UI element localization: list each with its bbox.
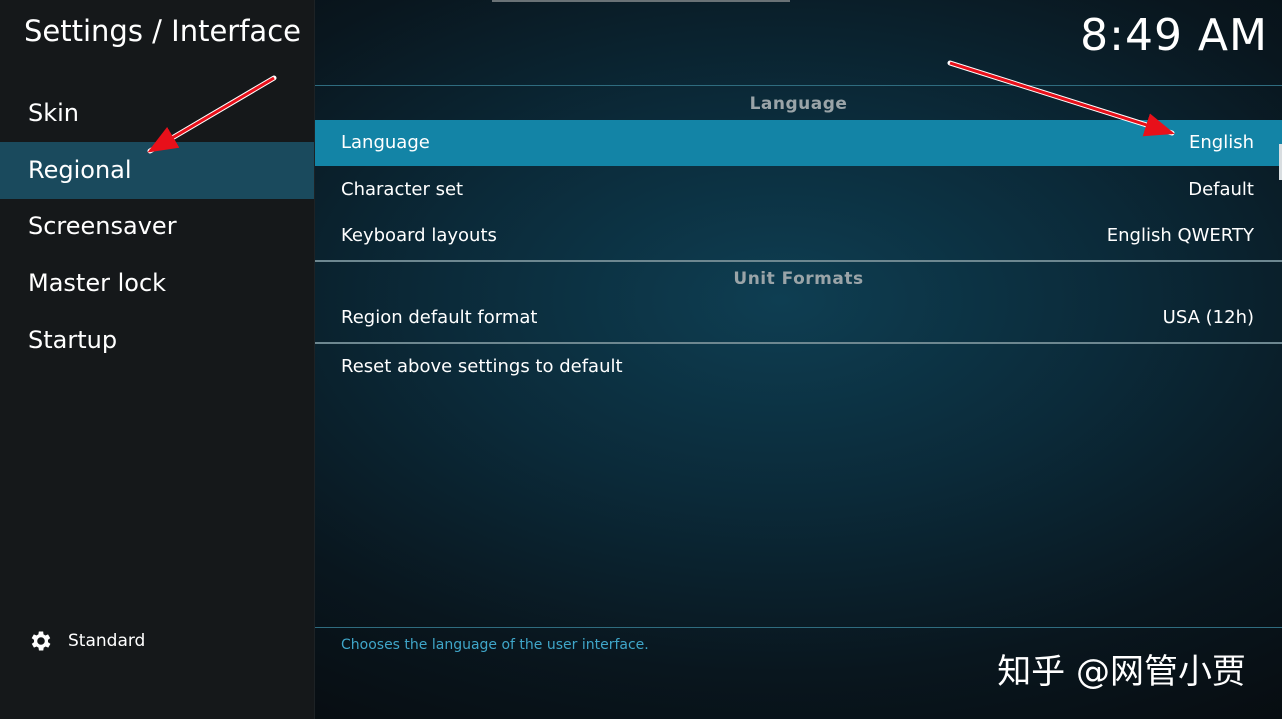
- group-header-language: Language: [749, 94, 848, 114]
- setting-row-region-default-format[interactable]: Region default format USA (12h): [315, 295, 1282, 341]
- gear-icon: [31, 631, 51, 651]
- description-divider: [315, 627, 1282, 628]
- sidebar-item-label: Skin: [28, 99, 80, 127]
- group-header-unit-formats: Unit Formats: [733, 269, 864, 289]
- sidebar-item-master-lock[interactable]: Master lock: [0, 255, 314, 312]
- setting-row-keyboard-layouts[interactable]: Keyboard layouts English QWERTY: [315, 213, 1282, 259]
- sidebar-item-label: Regional: [28, 156, 132, 184]
- setting-label: Region default format: [341, 307, 538, 328]
- setting-row-character-set[interactable]: Character set Default: [315, 167, 1282, 213]
- settings-level-button[interactable]: Standard: [28, 626, 145, 656]
- setting-label: Keyboard layouts: [341, 225, 497, 246]
- clock: 8:49 AM: [1080, 10, 1268, 61]
- setting-value: Default: [1188, 179, 1254, 200]
- sidebar-item-screensaver[interactable]: Screensaver: [0, 198, 314, 255]
- setting-value: English QWERTY: [1106, 225, 1254, 246]
- kodi-settings-screen: Settings / Interface Skin Regional Scree…: [0, 0, 1282, 719]
- sidebar-item-label: Master lock: [28, 269, 167, 297]
- setting-value: English: [1189, 132, 1254, 153]
- sidebar-item-label: Startup: [28, 326, 118, 354]
- sidebar-item-skin[interactable]: Skin: [0, 85, 314, 142]
- top-divider: [492, 0, 790, 2]
- settings-level-label: Standard: [68, 631, 146, 651]
- reset-settings-button[interactable]: Reset above settings to default: [315, 344, 1282, 390]
- section-divider: [315, 85, 1282, 86]
- setting-row-language[interactable]: Language English: [315, 120, 1282, 166]
- sidebar-item-regional[interactable]: Regional: [0, 142, 314, 199]
- sidebar-item-startup[interactable]: Startup: [0, 312, 314, 369]
- setting-description: Chooses the language of the user interfa…: [341, 637, 649, 653]
- watermark: 知乎 @网管小贾: [997, 652, 1246, 692]
- window-title: Settings / Interface: [24, 14, 301, 48]
- setting-value: USA (12h): [1162, 307, 1254, 328]
- setting-label: Character set: [341, 179, 464, 200]
- reset-settings-label: Reset above settings to default: [341, 356, 623, 377]
- sidebar-item-label: Screensaver: [28, 212, 177, 240]
- sidebar: Settings / Interface Skin Regional Scree…: [0, 0, 315, 719]
- section-divider: [315, 260, 1282, 262]
- setting-label: Language: [341, 132, 430, 153]
